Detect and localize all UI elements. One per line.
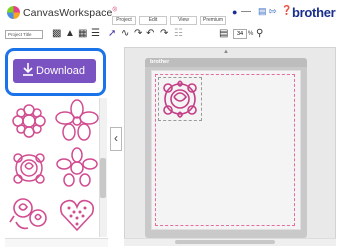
lace-daisy-thumbnail[interactable]	[54, 146, 100, 190]
lace-rose-thumbnail[interactable]	[6, 146, 52, 190]
rose-bouquet-thumbnail[interactable]	[6, 192, 52, 236]
user-icon[interactable]: ●	[232, 7, 237, 17]
upload-icon[interactable]: ▲	[65, 28, 75, 40]
layers-icon[interactable]: ☰	[91, 28, 100, 40]
download-label: Download	[36, 65, 85, 77]
trash-icon[interactable]: ▦	[78, 28, 87, 40]
download-icon	[23, 63, 33, 76]
lace-circle-thumbnail[interactable]	[6, 99, 52, 143]
lace-flower-thumbnail[interactable]	[54, 99, 100, 143]
logout-icon[interactable]: ⇰	[269, 6, 277, 16]
delete-icon[interactable]: ☷	[174, 28, 183, 40]
sidebar-horizontal-scrollbar[interactable]	[5, 238, 108, 247]
cart-icon[interactable]: ▤	[258, 6, 267, 16]
zoom-search-icon[interactable]: ⚲	[256, 28, 263, 40]
select-icon[interactable]: ➚	[108, 28, 116, 40]
canvas-scrollbar-thumb[interactable]	[175, 240, 275, 244]
rose-design-on-mat[interactable]	[160, 79, 200, 119]
app-title: CanvasWorkspace®	[23, 7, 117, 19]
shape-icon[interactable]: ↷	[134, 28, 142, 40]
add-image-icon[interactable]: ▩	[52, 28, 61, 40]
redo-icon[interactable]: ↷	[160, 28, 168, 40]
menu-premium[interactable]: Premium	[200, 16, 226, 25]
mat-header	[145, 58, 307, 67]
canvas-top-handle-icon[interactable]: ▲	[221, 49, 231, 56]
username-divider	[241, 11, 251, 12]
lace-heart-thumbnail[interactable]	[54, 192, 100, 236]
undo-icon[interactable]: ↶	[146, 28, 154, 40]
menu-view[interactable]: View	[170, 16, 197, 25]
zoom-unit: %	[248, 31, 254, 37]
zoom-input[interactable]: 34	[233, 29, 247, 39]
menu-edit[interactable]: Edit	[139, 16, 167, 25]
align-icon[interactable]: ▤	[219, 28, 228, 40]
mat-brand-label: brother	[150, 59, 170, 65]
sidebar-scrollbar-thumb[interactable]	[100, 158, 106, 198]
canvasworkspace-logo-icon	[7, 6, 20, 19]
draw-icon[interactable]: ∿	[121, 28, 129, 40]
help-icon[interactable]: ❓	[281, 5, 292, 15]
project-title-input[interactable]: Project Title	[5, 30, 43, 39]
menu-project[interactable]: Project	[112, 16, 136, 25]
brother-logo: brother	[292, 5, 336, 20]
collapse-sidebar-button[interactable]: ‹	[110, 127, 122, 151]
